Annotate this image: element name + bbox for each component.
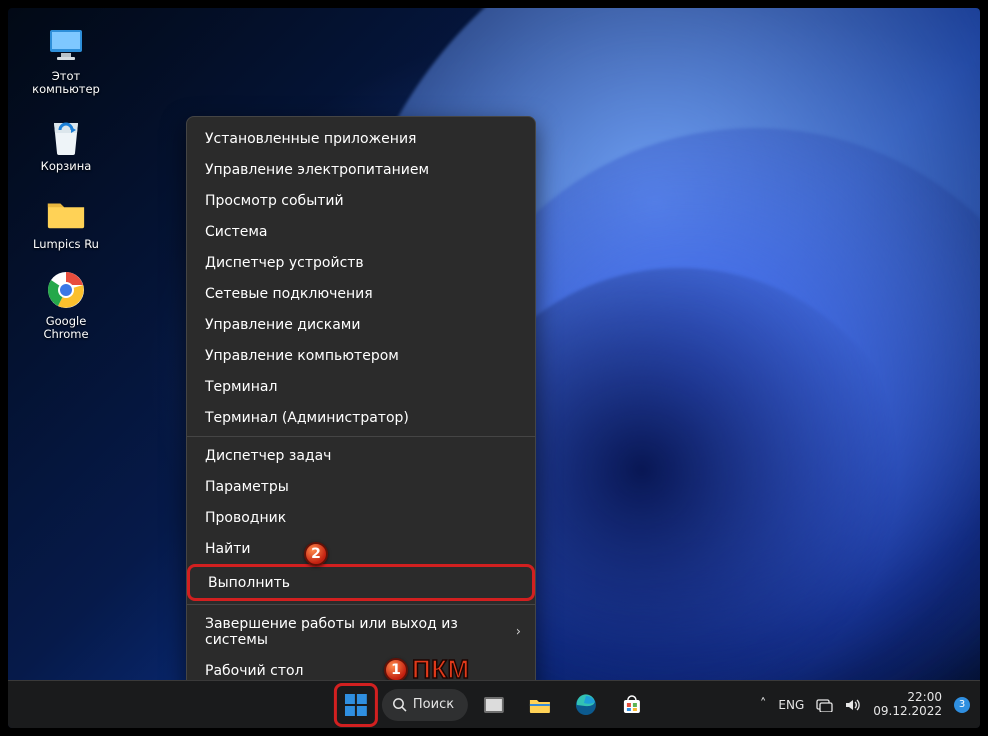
- desktop-icon-this-pc[interactable]: Этот компьютер: [28, 24, 104, 96]
- folder-icon: [529, 696, 551, 714]
- menu-item-terminal[interactable]: Терминал: [187, 371, 535, 402]
- edge-icon: [575, 694, 597, 716]
- desktop-icon-label: Google Chrome: [28, 315, 104, 341]
- chevron-right-icon: ›: [516, 624, 521, 639]
- tray-time: 22:00: [873, 691, 942, 705]
- menu-item-search[interactable]: Найти: [187, 533, 535, 564]
- tray-clock[interactable]: 22:00 09.12.2022: [873, 691, 942, 719]
- annotation-badge-2: 2: [304, 542, 328, 566]
- desktop-icon-label: Корзина: [41, 160, 92, 173]
- store-icon: [622, 695, 642, 715]
- network-icon[interactable]: [816, 698, 833, 712]
- folder-icon: [45, 192, 87, 234]
- menu-item-shutdown[interactable]: Завершение работы или выход из системы ›: [187, 608, 535, 655]
- desktop-icon-label: Lumpics Ru: [33, 238, 99, 251]
- menu-item-explorer[interactable]: Проводник: [187, 502, 535, 533]
- taskbar-search[interactable]: Поиск: [382, 689, 468, 721]
- tray-date: 09.12.2022: [873, 705, 942, 719]
- start-context-menu: Установленные приложения Управление элек…: [186, 116, 536, 693]
- recycle-bin-icon: [45, 114, 87, 156]
- taskbar-edge[interactable]: [566, 685, 606, 725]
- menu-item-run[interactable]: Выполнить: [187, 564, 535, 601]
- taskbar-explorer[interactable]: [520, 685, 560, 725]
- chrome-icon: [45, 269, 87, 311]
- tray-language[interactable]: ENG: [778, 698, 804, 712]
- volume-icon[interactable]: [845, 698, 861, 712]
- tray-notifications[interactable]: 3: [954, 697, 970, 713]
- menu-item-terminal-admin[interactable]: Терминал (Администратор): [187, 402, 535, 433]
- search-icon: [392, 697, 407, 712]
- taskbar-task-view[interactable]: [474, 685, 514, 725]
- menu-item-network-connections[interactable]: Сетевые подключения: [187, 278, 535, 309]
- menu-item-task-manager[interactable]: Диспетчер задач: [187, 440, 535, 471]
- desktop-icons: Этот компьютер Корзина Lumpics Ru Google…: [28, 24, 104, 341]
- windows-icon: [345, 694, 367, 716]
- monitor-icon: [45, 24, 87, 66]
- menu-item-system[interactable]: Система: [187, 216, 535, 247]
- menu-item-settings[interactable]: Параметры: [187, 471, 535, 502]
- menu-item-event-viewer[interactable]: Просмотр событий: [187, 185, 535, 216]
- search-label: Поиск: [413, 697, 454, 712]
- menu-item-device-manager[interactable]: Диспетчер устройств: [187, 247, 535, 278]
- menu-separator: [187, 436, 535, 437]
- menu-item-disk-mgmt[interactable]: Управление дисками: [187, 309, 535, 340]
- menu-item-installed-apps[interactable]: Установленные приложения: [187, 123, 535, 154]
- menu-item-computer-mgmt[interactable]: Управление компьютером: [187, 340, 535, 371]
- taskbar-store[interactable]: [612, 685, 652, 725]
- menu-item-power-mgmt[interactable]: Управление электропитанием: [187, 154, 535, 185]
- taskbar: Поиск ˄ ENG 22:00 09.12.2022: [8, 680, 980, 728]
- tray-chevron-up-icon[interactable]: ˄: [760, 697, 767, 712]
- annotation-badge-1: 1: [384, 658, 408, 682]
- desktop-icon-recycle-bin[interactable]: Корзина: [28, 114, 104, 173]
- menu-separator: [187, 604, 535, 605]
- desktop-icon-chrome[interactable]: Google Chrome: [28, 269, 104, 341]
- start-button[interactable]: [336, 685, 376, 725]
- desktop-icon-label: Этот компьютер: [28, 70, 104, 96]
- desktop-icon-folder[interactable]: Lumpics Ru: [28, 192, 104, 251]
- task-view-icon: [484, 697, 504, 713]
- system-tray: ˄ ENG 22:00 09.12.2022 3: [760, 691, 970, 719]
